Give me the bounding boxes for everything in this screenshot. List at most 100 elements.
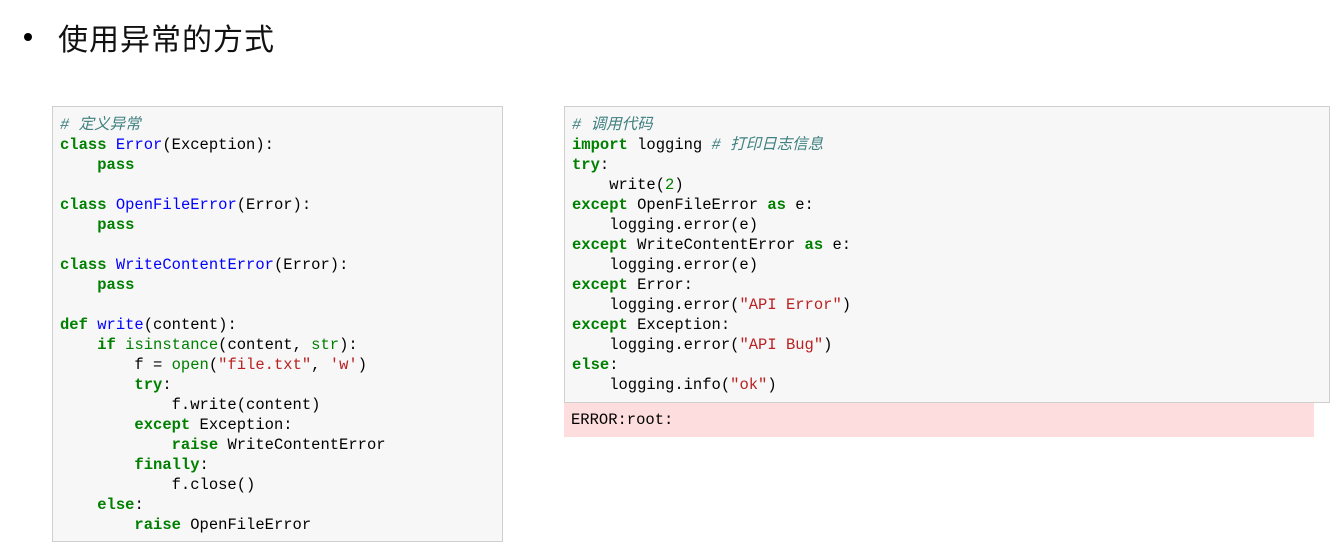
string-token: "file.txt" xyxy=(218,356,312,374)
keyword-token: raise xyxy=(171,436,219,454)
string-token: "API Error" xyxy=(739,296,842,314)
code-token: Exception: xyxy=(190,416,293,434)
code-line: f = open("file.txt", 'w') xyxy=(60,355,495,375)
builtin-token: str xyxy=(311,336,340,354)
code-line: ​ xyxy=(60,295,495,315)
keyword-token: as xyxy=(767,196,786,214)
code-token: WriteContentError xyxy=(218,436,386,454)
name-token: write xyxy=(97,316,144,334)
keyword-token: class xyxy=(60,256,107,274)
keyword-token: else xyxy=(97,496,135,514)
code-token: (Error): xyxy=(273,256,349,274)
keyword-token: except xyxy=(572,236,628,254)
name-token: WriteContentError xyxy=(115,256,274,274)
code-token: ) xyxy=(357,356,367,374)
code-line: # 定义异常 xyxy=(60,115,495,135)
code-line: logging.error("API Bug") xyxy=(572,335,1322,355)
heading-text: 使用异常的方式 xyxy=(58,23,275,58)
comment-token: # 打印日志信息 xyxy=(711,136,824,154)
keyword-token: else xyxy=(572,356,610,374)
keyword-token: try xyxy=(572,156,600,174)
code-line: f.close() xyxy=(60,475,495,495)
code-token: logging.error(e) xyxy=(572,256,759,274)
code-line: raise OpenFileError xyxy=(60,515,495,535)
code-line: finally: xyxy=(60,455,495,475)
comment-token: # 调用代码 xyxy=(572,116,653,134)
code-line: logging.error(e) xyxy=(572,255,1322,275)
code-token: : xyxy=(599,156,610,174)
code-token: ) xyxy=(823,336,833,354)
code-cell-define-exceptions[interactable]: # 定义异常class Error(Exception): pass​class… xyxy=(52,106,503,542)
code-token: OpenFileError xyxy=(627,196,768,214)
code-line: except OpenFileError as e: xyxy=(572,195,1322,215)
name-token: Error xyxy=(115,136,163,154)
keyword-token: pass xyxy=(97,216,135,234)
keyword-token: class xyxy=(60,196,107,214)
code-token: ): xyxy=(339,336,358,354)
code-token: (content): xyxy=(143,316,237,334)
keyword-token: except xyxy=(572,276,628,294)
keyword-token: except xyxy=(134,416,191,434)
code-token: : xyxy=(609,356,619,374)
code-line: def write(content): xyxy=(60,315,495,335)
code-token: ) xyxy=(841,296,852,314)
comment-token: # 定义异常 xyxy=(60,116,141,134)
error-output: ERROR:root: xyxy=(564,403,1314,437)
keyword-token: except xyxy=(572,196,628,214)
code-token: (Exception): xyxy=(162,136,274,154)
code-line: logging.error(e) xyxy=(572,215,1322,235)
code-line: ​ xyxy=(60,175,495,195)
slide-heading: 使用异常的方式 xyxy=(18,14,275,60)
string-token: "ok" xyxy=(730,376,768,394)
code-line: import logging # 打印日志信息 xyxy=(572,135,1322,155)
code-line: ​ xyxy=(60,235,495,255)
code-line: raise WriteContentError xyxy=(60,435,495,455)
code-token: ( xyxy=(208,356,219,374)
keyword-token: except xyxy=(572,316,628,334)
builtin-token: open xyxy=(171,356,209,374)
code-token: Error: xyxy=(627,276,693,294)
code-line: try: xyxy=(572,155,1322,175)
string-token: "API Bug" xyxy=(739,336,824,354)
code-line: logging.error("API Error") xyxy=(572,295,1322,315)
keyword-token: try xyxy=(134,376,163,394)
code-token: logging.error(e) xyxy=(572,216,759,234)
code-line: class Error(Exception): xyxy=(60,135,495,155)
code-token: write( xyxy=(572,176,666,194)
code-token: , xyxy=(311,356,330,374)
code-line: write(2) xyxy=(572,175,1322,195)
code-token: Exception: xyxy=(627,316,731,334)
code-line: except Exception: xyxy=(60,415,495,435)
keyword-token: finally xyxy=(134,456,200,474)
code-line: logging.info("ok") xyxy=(572,375,1322,395)
code-block: # 定义异常class Error(Exception): pass​class… xyxy=(53,107,502,543)
code-token: f.write(content) xyxy=(60,396,321,414)
code-line: try: xyxy=(60,375,495,395)
code-token: ) xyxy=(674,176,684,194)
code-token: logging xyxy=(627,136,712,154)
code-line: if isinstance(content, str): xyxy=(60,335,495,355)
code-line: class OpenFileError(Error): xyxy=(60,195,495,215)
code-line: else: xyxy=(60,495,495,515)
bullet-icon xyxy=(24,33,32,41)
code-token: logging.error( xyxy=(572,336,740,354)
name-token: OpenFileError xyxy=(115,196,237,214)
code-line: f.write(content) xyxy=(60,395,495,415)
keyword-token: as xyxy=(804,236,824,254)
code-block: # 调用代码 import logging # 打印日志信息 try: write(… xyxy=(565,107,1329,403)
code-line: # 调用代码 xyxy=(572,115,1322,135)
number-token: 2 xyxy=(665,176,675,194)
code-cell-call-code[interactable]: # 调用代码 import logging # 打印日志信息 try: write(… xyxy=(564,106,1330,403)
keyword-token: import xyxy=(572,136,628,154)
code-token: e: xyxy=(785,196,814,214)
code-token: f = xyxy=(60,356,172,374)
code-token: : xyxy=(162,376,172,394)
